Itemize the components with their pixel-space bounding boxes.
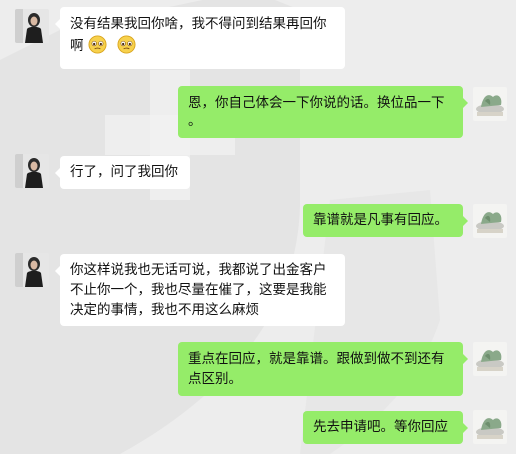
message-text-line: 恩，你自己体会一下你说的话。换位品一下: [188, 95, 445, 111]
message-bubble[interactable]: 行了，问了我回你: [55, 156, 190, 189]
message-bubble[interactable]: 没有结果我回你啥，我不得问到结果再回你 啊: [55, 7, 345, 69]
plant-desk-avatar-icon[interactable]: [473, 87, 507, 121]
message-text-line: 靠谱就是凡事有回应。: [313, 212, 448, 228]
message-bubble[interactable]: 靠谱就是凡事有回应。: [303, 204, 468, 237]
message-text-line: 行了，问了我回你: [70, 164, 178, 180]
message-text-line: 重点在回应，就是靠谱。跟做到做不到还有: [188, 351, 445, 367]
pleading-face-icon: [116, 35, 136, 54]
message-text-line: 先去申请吧。等你回应: [313, 419, 448, 435]
message-text-line: 点区别。: [188, 371, 242, 387]
message-text-line: 啊: [70, 38, 84, 54]
message-text-line: 不止你一个，我也尽量在催了，这要是我能: [70, 282, 327, 298]
pleading-face-icon: [87, 35, 107, 54]
message-text-line: 决定的事情，我也不用这么麻烦: [70, 302, 259, 318]
woman-avatar-icon[interactable]: [15, 154, 49, 188]
message-bubble[interactable]: 恩，你自己体会一下你说的话。换位品一下 。: [178, 86, 468, 138]
plant-desk-avatar-icon[interactable]: [473, 342, 507, 376]
woman-avatar-icon[interactable]: [15, 9, 49, 43]
message-bubble[interactable]: 你这样说我也无话可说，我都说了出金客户 不止你一个，我也尽量在催了，这要是我能 …: [55, 254, 345, 326]
message-text-line: 你这样说我也无话可说，我都说了出金客户: [70, 262, 327, 278]
plant-desk-avatar-icon[interactable]: [473, 204, 507, 238]
message-text-line: 啊: [70, 35, 335, 57]
message-text-line: 。: [188, 113, 202, 129]
message-bubble[interactable]: 重点在回应，就是靠谱。跟做到做不到还有 点区别。: [178, 342, 468, 396]
message-text-line: 没有结果我回你啥，我不得问到结果再回你: [70, 16, 327, 32]
plant-desk-avatar-icon[interactable]: [473, 410, 507, 444]
message-bubble[interactable]: 先去申请吧。等你回应: [303, 411, 468, 444]
woman-avatar-icon[interactable]: [15, 253, 49, 287]
